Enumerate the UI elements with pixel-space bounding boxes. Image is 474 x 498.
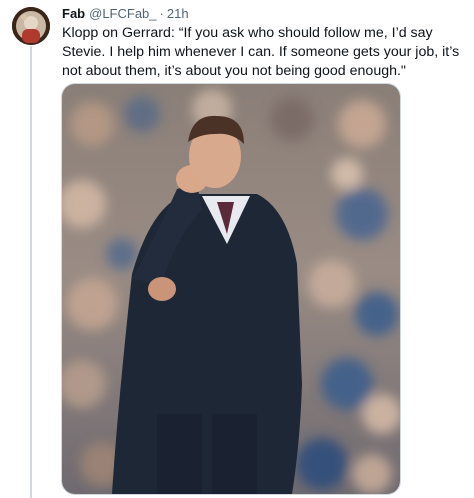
author-name[interactable]: Fab (62, 6, 85, 21)
header-separator: · (159, 6, 164, 21)
avatar-image (12, 7, 50, 45)
author-handle[interactable]: @LFCFab_ (89, 6, 156, 21)
tweet-header: Fab @LFCFab_ · 21h (62, 6, 462, 26)
author-avatar[interactable] (12, 7, 50, 45)
thread-connector-line (30, 46, 32, 498)
tweet-timestamp[interactable]: 21h (167, 6, 189, 21)
tweet-media-photo[interactable] (61, 83, 401, 495)
photo-image (62, 84, 400, 494)
tweet-card[interactable]: Fab @LFCFab_ · 21h Klopp on Gerrard: “If… (0, 0, 474, 498)
tweet-text: Klopp on Gerrard: “If you ask who should… (62, 25, 460, 79)
